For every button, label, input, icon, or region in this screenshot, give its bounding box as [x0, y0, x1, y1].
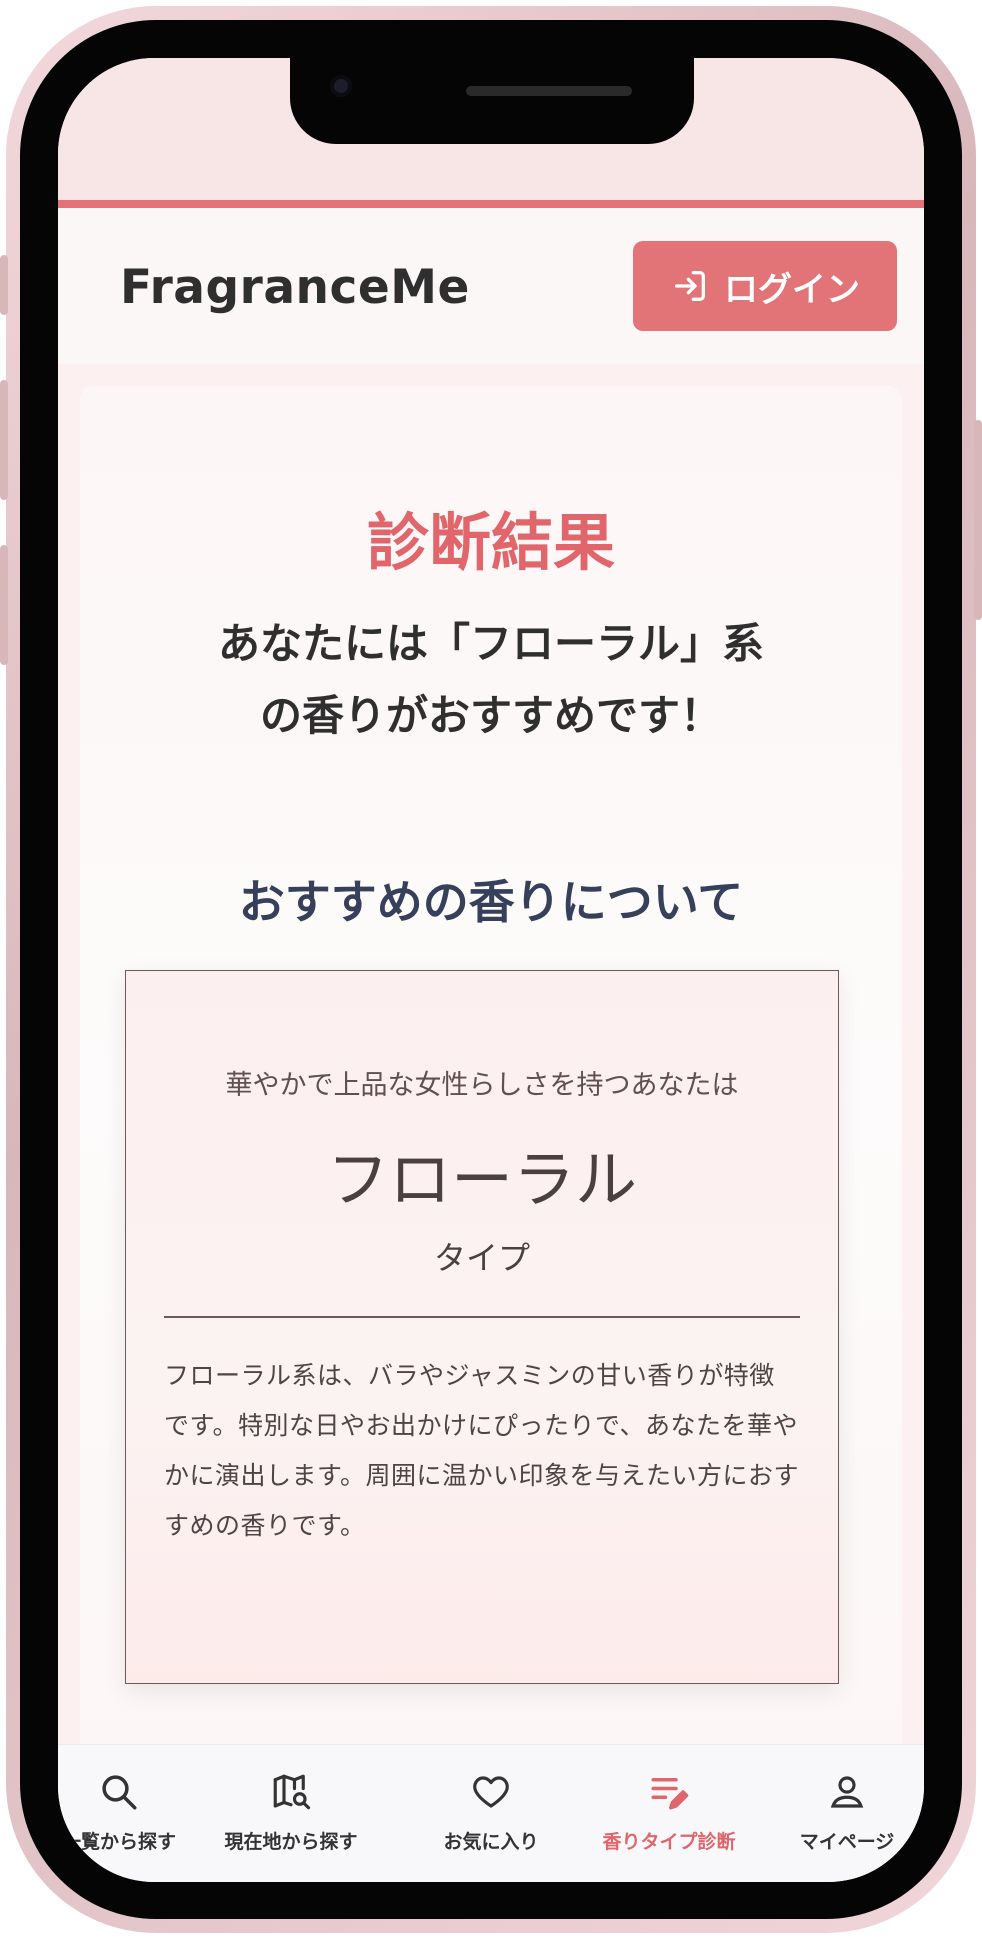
- phone-side-button: [0, 255, 8, 315]
- result-card: 診断結果 あなたには「フローラル」系 の香りがおすすめです！ おすすめの香りにつ…: [80, 386, 902, 1806]
- type-name: フローラル: [326, 1143, 637, 1216]
- nav-item-list-search[interactable]: 一覧から探す: [58, 1771, 204, 1854]
- edit-list-icon: [651, 1778, 689, 1810]
- login-button[interactable]: ログイン: [633, 241, 897, 331]
- header-accent-line: [58, 200, 924, 208]
- bottom-nav: 一覧から探す 現在地から探す お気に入り 香りタイプ診断 マイページ: [58, 1744, 924, 1882]
- type-suffix: タイプ: [433, 1239, 530, 1277]
- nav-label: マイページ: [799, 1831, 895, 1853]
- camera-icon: [330, 75, 352, 97]
- result-heading: 診断結果: [366, 506, 615, 579]
- type-description: フローラル系は、バラやジャスミンの甘い香りが特徴です。特別な日やお出かけにぴった…: [164, 1361, 800, 1540]
- nav-label: 一覧から探す: [61, 1831, 176, 1853]
- result-message-line-1: あなたには「フローラル」系: [217, 619, 764, 668]
- nav-label: 香りタイプ診断: [602, 1831, 736, 1853]
- notch: [290, 58, 694, 144]
- phone-side-button: [974, 420, 982, 620]
- nav-item-my-page[interactable]: マイページ: [762, 1771, 924, 1854]
- search-icon: [102, 1775, 137, 1810]
- nav-label: 現在地から探す: [224, 1831, 358, 1853]
- type-subtitle: 華やかで上品な女性らしさを持つあなたは: [225, 1070, 739, 1101]
- nav-item-fragrance-diagnosis[interactable]: 香りタイプ診断: [584, 1771, 754, 1854]
- result-message-line-2: の香りがおすすめです！: [259, 691, 722, 740]
- main-content: 診断結果 あなたには「フローラル」系 の香りがおすすめです！ おすすめの香りにつ…: [58, 364, 924, 1806]
- login-label: ログイン: [724, 269, 860, 310]
- section-title: おすすめの香りについて: [238, 875, 744, 929]
- nav-item-favorites[interactable]: お気に入り: [406, 1771, 576, 1854]
- fragrance-type-card: 華やかで上品な女性らしさを持つあなたは フローラル タイプ フローラル系は、バラ…: [125, 970, 839, 1684]
- login-icon: [675, 271, 705, 301]
- heart-icon: [473, 1776, 509, 1808]
- nav-item-location-search[interactable]: 現在地から探す: [206, 1771, 376, 1854]
- speaker-grille: [466, 86, 632, 96]
- divider: [164, 1316, 800, 1318]
- phone-side-button: [0, 545, 8, 665]
- app-title[interactable]: FragranceMe: [120, 260, 470, 315]
- app-header: FragranceMe ログイン: [58, 208, 924, 364]
- result-message: あなたには「フローラル」系 の香りがおすすめです！: [140, 608, 842, 752]
- phone-side-button: [0, 380, 8, 500]
- nav-label: お気に入り: [443, 1831, 539, 1853]
- phone-screen: FragranceMe ログイン 診断結果 あなたには「フローラル」系 の香りが…: [58, 58, 924, 1882]
- map-search-icon: [273, 1774, 311, 1810]
- user-icon: [830, 1776, 864, 1808]
